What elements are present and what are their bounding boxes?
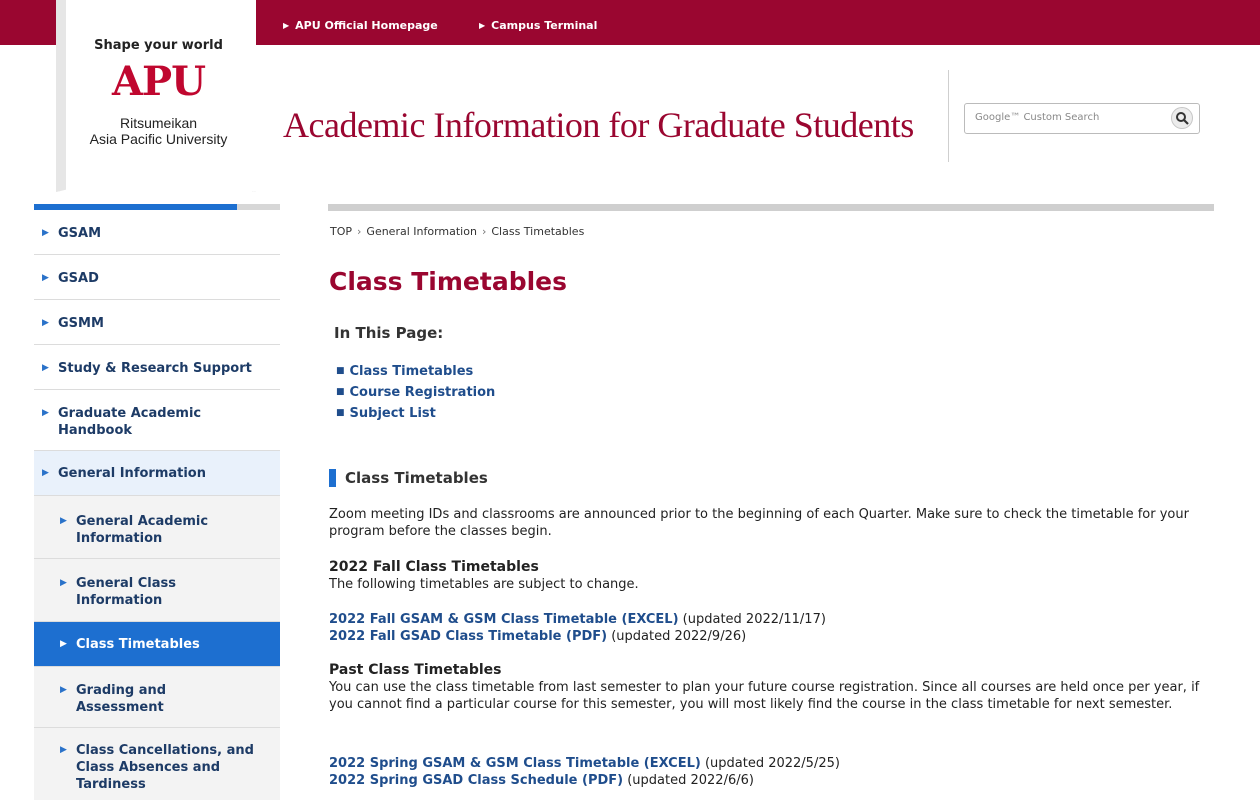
updated-note: (updated 2022/9/26) xyxy=(607,629,747,644)
search-placeholder: Google™ Custom Search xyxy=(975,112,1100,123)
sidebar-subitem-grading-and-assessment[interactable]: ▶ Grading and Assessment xyxy=(34,667,280,728)
bullet-icon: ■ xyxy=(336,387,345,397)
sidebar-subitem-general-academic-information[interactable]: ▶ General Academic Information xyxy=(34,496,280,559)
sidebar-item-gsmm[interactable]: ▶ GSMM xyxy=(34,300,280,345)
sidebar-item-label: Grading and Assessment xyxy=(76,683,167,715)
anchor-link[interactable]: Class Timetables xyxy=(350,364,474,379)
fall-timetables-note: The following timetables are subject to … xyxy=(329,577,639,592)
triangle-right-icon: ▶ xyxy=(42,318,49,328)
sidebar-item-label: Study & Research Support xyxy=(58,361,252,376)
sidebar-item-label: Class Cancellations, and Class Absences … xyxy=(76,743,254,792)
university-name-line1: Ritsumeikan xyxy=(119,115,198,131)
list-item[interactable]: ■ Subject List xyxy=(336,404,495,425)
search-icon xyxy=(1176,112,1189,125)
sidebar-item-study-research-support[interactable]: ▶ Study & Research Support xyxy=(34,345,280,390)
list-item[interactable]: ■ Class Timetables xyxy=(336,362,495,383)
sidebar-item-label: GSAD xyxy=(58,271,99,286)
anchor-link[interactable]: Subject List xyxy=(350,406,436,421)
apu-official-homepage-label: APU Official Homepage xyxy=(295,19,438,32)
breadcrumb-separator: › xyxy=(481,225,487,238)
updated-note: (updated 2022/5/25) xyxy=(700,756,840,771)
list-item[interactable]: ■ Course Registration xyxy=(336,383,495,404)
in-this-page-list: ■ Class Timetables ■ Course Registration ■… xyxy=(336,362,495,425)
sidebar-item-label: General Information xyxy=(58,466,206,481)
bullet-icon: ■ xyxy=(336,408,345,418)
fall-gsam-gsm-timetable-link[interactable]: 2022 Fall GSAM & GSM Class Timetable (EX… xyxy=(329,612,679,627)
apu-logo-mark: APU xyxy=(112,58,206,105)
triangle-right-icon: ▶ xyxy=(42,363,49,373)
section-heading-text: Class Timetables xyxy=(345,469,488,487)
triangle-right-icon: ▶ xyxy=(42,408,49,418)
triangle-right-icon: ▶ xyxy=(60,516,67,526)
breadcrumb-separator: › xyxy=(357,225,362,238)
search-input[interactable]: Google™ Custom Search xyxy=(964,103,1200,134)
header-divider xyxy=(948,70,949,162)
fall-gsad-timetable-link[interactable]: 2022 Fall GSAD Class Timetable (PDF) xyxy=(329,629,607,644)
main-top-bar xyxy=(328,204,1214,211)
triangle-right-icon: ▶ xyxy=(42,273,49,283)
search-button[interactable] xyxy=(1171,107,1193,129)
sidebar-item-label: General Class Information xyxy=(76,576,176,608)
spring-gsad-schedule-link[interactable]: 2022 Spring GSAD Class Schedule (PDF) xyxy=(329,773,623,788)
triangle-right-icon: ▶ xyxy=(60,745,67,755)
breadcrumb-current: Class Timetables xyxy=(491,225,585,238)
triangle-right-icon: ▶ xyxy=(60,685,67,695)
sidebar-item-gsam[interactable]: ▶ GSAM xyxy=(34,210,280,255)
logo-banner: Shape your world APU Ritsumeikan Asia Pa… xyxy=(56,0,256,192)
sidebar-item-label: GSAM xyxy=(58,226,102,241)
triangle-right-icon: ▶ xyxy=(42,468,49,478)
university-name: Ritsumeikan Asia Pacific University xyxy=(56,115,256,147)
logo-tagline: Shape your world xyxy=(94,38,223,53)
spring-gsam-gsm-timetable-link[interactable]: 2022 Spring GSAM & GSM Class Timetable (… xyxy=(329,756,701,771)
past-timetables-text: You can use the class timetable from las… xyxy=(329,680,1200,712)
intro-paragraph: Zoom meeting IDs and classrooms are anno… xyxy=(329,507,1189,539)
sidebar-item-label: GSMM xyxy=(58,316,104,331)
sidebar-item-label: Graduate Academic Handbook xyxy=(58,406,202,438)
in-this-page-title: In This Page: xyxy=(334,324,444,342)
sidebar-subitem-general-class-information[interactable]: ▶ General Class Information xyxy=(34,559,280,622)
breadcrumb: TOP › General Information › Class Timetables xyxy=(330,225,584,238)
sidebar-item-label: Class Timetables xyxy=(76,637,200,652)
apu-official-homepage-link[interactable]: ▶ APU Official Homepage xyxy=(283,19,438,32)
sidebar-subitem-class-cancellations[interactable]: ▶ Class Cancellations, and Class Absence… xyxy=(34,728,280,800)
page-title: Class Timetables xyxy=(329,267,568,296)
sidebar-item-label: General Academic Information xyxy=(76,514,209,546)
university-name-line2: Asia Pacific University xyxy=(89,131,228,147)
fall-timetables-heading: 2022 Fall Class Timetables xyxy=(329,559,539,575)
fall-link-row-1: 2022 Fall GSAM & GSM Class Timetable (EX… xyxy=(329,612,826,627)
past-timetables-heading: Past Class Timetables xyxy=(329,662,502,678)
sidebar-item-gsad[interactable]: ▶ GSAD xyxy=(34,255,280,300)
sidebar-nav: ▶ GSAM ▶ GSAD ▶ GSMM ▶ Study & Research … xyxy=(34,204,280,800)
triangle-right-icon: ▶ xyxy=(42,228,49,238)
triangle-right-icon: ▶ xyxy=(479,21,486,30)
triangle-right-icon: ▶ xyxy=(60,639,67,649)
section-heading-bar xyxy=(329,469,336,487)
sidebar-item-graduate-academic-handbook[interactable]: ▶ Graduate Academic Handbook xyxy=(34,390,280,451)
site-title: Academic Information for Graduate Studen… xyxy=(283,105,914,145)
campus-terminal-link[interactable]: ▶ Campus Terminal xyxy=(479,19,597,32)
campus-terminal-label: Campus Terminal xyxy=(491,19,598,32)
sidebar-subitem-class-timetables[interactable]: ▶ Class Timetables xyxy=(34,622,280,667)
apu-logo-link[interactable]: Shape your world APU Ritsumeikan Asia Pa… xyxy=(56,0,256,192)
past-link-row-1: 2022 Spring GSAM & GSM Class Timetable (… xyxy=(329,756,840,771)
anchor-link[interactable]: Course Registration xyxy=(350,385,496,400)
breadcrumb-top-link[interactable]: TOP xyxy=(330,225,352,238)
updated-note: (updated 2022/11/17) xyxy=(678,612,826,627)
breadcrumb-general-information-link[interactable]: General Information xyxy=(366,225,477,238)
fall-link-row-2: 2022 Fall GSAD Class Timetable (PDF) (up… xyxy=(329,629,746,644)
triangle-right-icon: ▶ xyxy=(60,578,67,588)
bullet-icon: ■ xyxy=(336,366,345,376)
updated-note: (updated 2022/6/6) xyxy=(623,773,754,788)
past-link-row-2: 2022 Spring GSAD Class Schedule (PDF) (u… xyxy=(329,773,754,788)
triangle-right-icon: ▶ xyxy=(283,21,290,30)
sidebar-item-general-information[interactable]: ▶ General Information xyxy=(34,451,280,496)
